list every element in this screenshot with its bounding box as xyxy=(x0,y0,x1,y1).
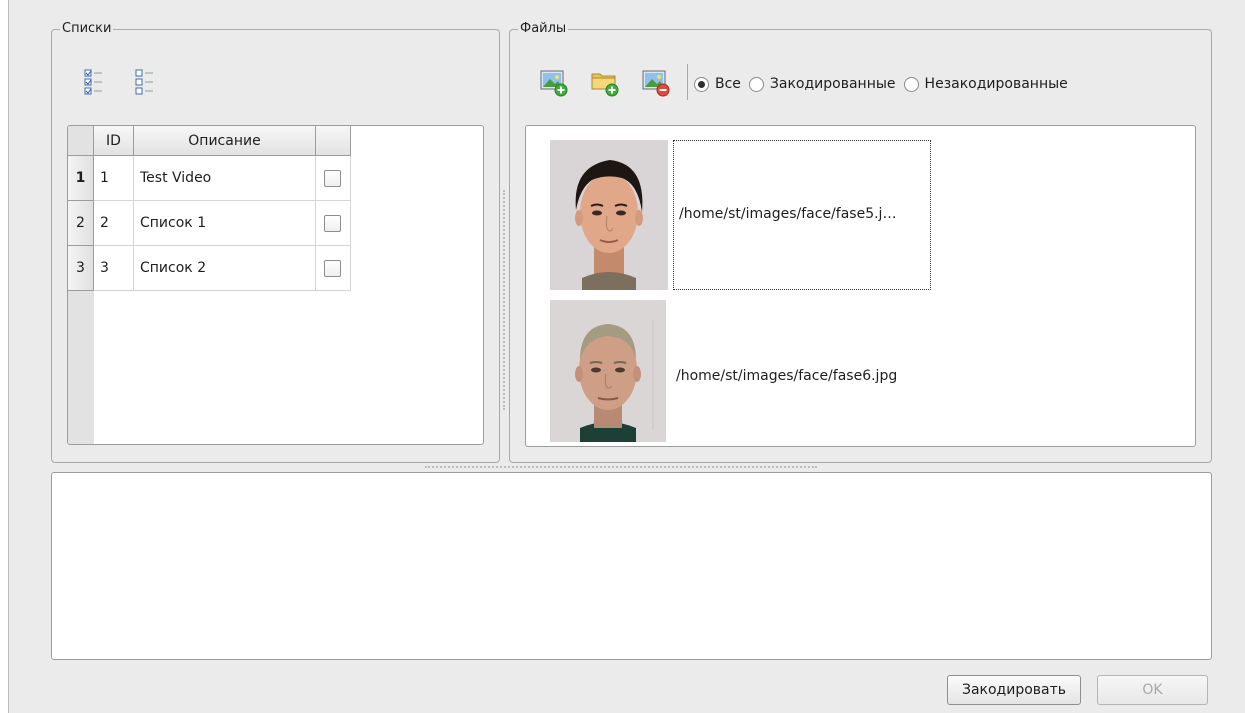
toolbar-separator xyxy=(687,64,688,100)
encode-button[interactable]: Закодировать xyxy=(947,675,1081,705)
column-header-id[interactable]: ID xyxy=(94,126,134,156)
ok-button[interactable]: OK xyxy=(1097,675,1208,705)
file-filter-radio-group: Все Закодированные Незакодированные xyxy=(694,76,1076,92)
horizontal-splitter-handle[interactable] xyxy=(425,466,817,470)
row-header[interactable]: 3 xyxy=(68,246,94,291)
row-header[interactable]: 2 xyxy=(68,201,94,246)
table-corner-button[interactable] xyxy=(68,126,94,156)
vertical-splitter-handle[interactable] xyxy=(503,190,507,410)
add-folder-icon xyxy=(591,73,619,97)
cell-check xyxy=(316,246,351,291)
file-path[interactable]: /home/st/images/face/fase5.j… xyxy=(679,206,896,222)
cell-id[interactable]: 1 xyxy=(94,156,134,201)
row-checkbox[interactable] xyxy=(324,214,341,232)
files-groupbox: Файлы Все Закодированные Незакодированны… xyxy=(509,21,1212,463)
cell-id[interactable]: 3 xyxy=(94,246,134,291)
cell-description[interactable]: Список 1 xyxy=(134,201,316,246)
row-checkbox[interactable] xyxy=(324,259,341,277)
cell-check xyxy=(316,156,351,201)
row-checkbox[interactable] xyxy=(324,169,341,187)
add-image-button[interactable] xyxy=(539,67,569,97)
files-group-title: Файлы xyxy=(518,21,569,37)
column-header-description[interactable]: Описание xyxy=(134,126,316,156)
checklist-checked-icon xyxy=(84,69,102,95)
filter-unencoded-option[interactable]: Незакодированные xyxy=(903,76,1068,92)
check-all-button[interactable] xyxy=(78,67,108,97)
cell-id[interactable]: 2 xyxy=(94,201,134,246)
lists-group-title: Списки xyxy=(60,21,114,37)
file-thumbnail[interactable] xyxy=(550,140,668,290)
filter-unencoded-radio[interactable] xyxy=(903,76,919,92)
uncheck-all-button[interactable] xyxy=(129,67,159,97)
filter-encoded-label: Закодированные xyxy=(769,76,896,92)
add-image-icon xyxy=(540,70,568,97)
filter-encoded-radio[interactable] xyxy=(748,76,764,92)
cell-description[interactable]: Test Video xyxy=(134,156,316,201)
add-folder-button[interactable] xyxy=(590,67,620,97)
file-list[interactable]: /home/st/images/face/fase5.j… /home/st/i… xyxy=(525,125,1196,447)
log-output-area[interactable] xyxy=(51,472,1212,660)
remove-image-button[interactable] xyxy=(641,67,671,97)
filter-all-option[interactable]: Все xyxy=(694,76,741,92)
file-path[interactable]: /home/st/images/face/fase6.jpg xyxy=(676,368,897,384)
lists-table[interactable]: ID Описание 1 1 Test Video 2 2 Список 1 … xyxy=(67,125,484,445)
column-header-check[interactable] xyxy=(316,126,351,156)
cell-description[interactable]: Список 2 xyxy=(134,246,316,291)
checklist-unchecked-icon xyxy=(135,69,153,95)
filter-all-label: Все xyxy=(715,76,741,92)
filter-encoded-option[interactable]: Закодированные xyxy=(748,76,896,92)
face-photo-young-man xyxy=(550,140,668,290)
filter-unencoded-label: Незакодированные xyxy=(924,76,1068,92)
remove-image-icon xyxy=(642,70,670,97)
filter-all-radio[interactable] xyxy=(694,76,709,92)
face-photo-older-man xyxy=(550,300,666,442)
row-header[interactable]: 1 xyxy=(68,156,94,201)
window-left-edge xyxy=(0,0,9,713)
file-thumbnail[interactable] xyxy=(550,300,666,442)
cell-check xyxy=(316,201,351,246)
lists-groupbox: Списки ID Описание 1 1 Test Video 2 2 Сп… xyxy=(51,21,500,463)
